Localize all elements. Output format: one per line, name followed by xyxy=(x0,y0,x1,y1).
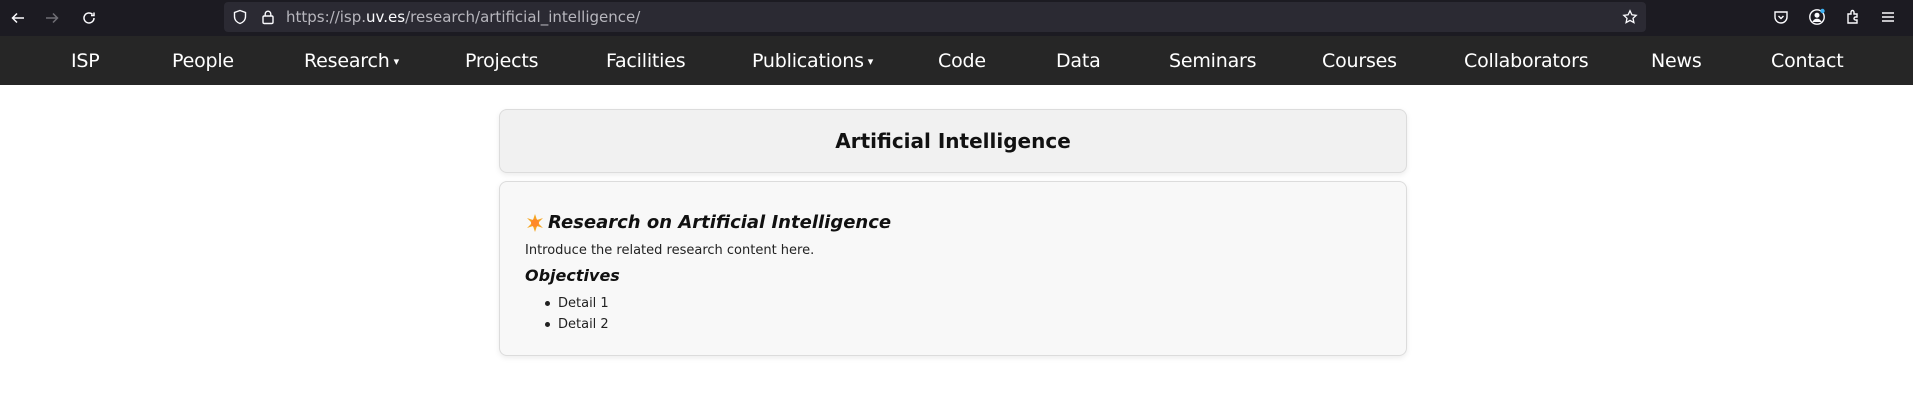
lock-icon[interactable] xyxy=(260,9,276,25)
browser-toolbar: https://isp.uv.es/research/artificial_in… xyxy=(0,0,1913,36)
sparkle-icon xyxy=(527,213,543,232)
menu-icon[interactable] xyxy=(1879,8,1897,26)
section-heading: Research on Artificial Intelligence xyxy=(525,212,891,233)
nav-item-research[interactable]: Research ▾ xyxy=(304,50,399,72)
bullet-icon xyxy=(545,322,550,327)
content-card: Research on Artificial Intelligence Intr… xyxy=(499,181,1407,356)
nav-item-facilities[interactable]: Facilities xyxy=(606,50,686,72)
bullet-icon xyxy=(545,301,550,306)
back-arrow-icon xyxy=(11,12,24,24)
nav-item-people[interactable]: People xyxy=(172,50,234,72)
section-title: Research on Artificial Intelligence xyxy=(548,212,892,233)
back-button[interactable] xyxy=(5,5,31,31)
chevron-down-icon: ▾ xyxy=(393,55,400,68)
nav-item-seminars[interactable]: Seminars xyxy=(1169,50,1257,72)
page-title: Artificial Intelligence xyxy=(835,129,1071,153)
address-bar[interactable]: https://isp.uv.es/research/artificial_in… xyxy=(224,2,1646,32)
list-item: Detail 2 xyxy=(545,314,609,335)
extensions-icon[interactable] xyxy=(1844,8,1862,26)
shield-icon[interactable] xyxy=(232,9,248,25)
nav-item-projects[interactable]: Projects xyxy=(465,50,539,72)
nav-item-courses[interactable]: Courses xyxy=(1322,50,1397,72)
site-navigation: ISP People Research ▾ Projects Facilities… xyxy=(0,36,1913,85)
reload-icon xyxy=(83,12,95,24)
nav-item-data[interactable]: Data xyxy=(1056,50,1101,72)
nav-item-publications[interactable]: Publications ▾ xyxy=(752,50,873,72)
chevron-down-icon: ▾ xyxy=(867,55,874,68)
intro-text: Introduce the related research content h… xyxy=(525,243,815,258)
list-item: Detail 1 xyxy=(545,293,609,314)
nav-item-contact[interactable]: Contact xyxy=(1771,50,1844,72)
pocket-icon[interactable] xyxy=(1772,8,1790,26)
forward-button[interactable] xyxy=(39,5,65,31)
url-text[interactable]: https://isp.uv.es/research/artificial_in… xyxy=(286,8,640,26)
nav-item-code[interactable]: Code xyxy=(938,50,986,72)
objectives-heading: Objectives xyxy=(525,266,620,285)
account-icon[interactable] xyxy=(1808,8,1826,26)
nav-item-news[interactable]: News xyxy=(1651,50,1702,72)
objectives-list: Detail 1 Detail 2 xyxy=(545,293,609,335)
nav-item-isp[interactable]: ISP xyxy=(71,50,100,72)
star-icon[interactable] xyxy=(1622,9,1638,25)
reload-button[interactable] xyxy=(76,5,102,31)
page-title-card: Artificial Intelligence xyxy=(499,109,1407,173)
nav-item-collaborators[interactable]: Collaborators xyxy=(1464,50,1589,72)
forward-arrow-icon xyxy=(46,12,59,24)
